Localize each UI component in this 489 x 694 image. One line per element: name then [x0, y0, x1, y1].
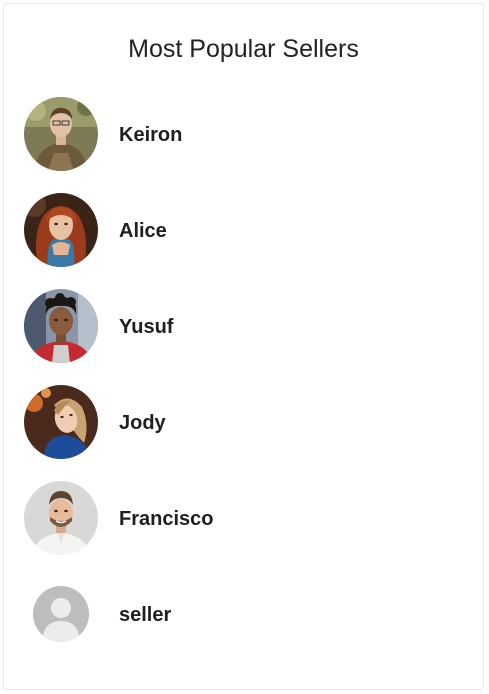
seller-list: Keiron Alice Yusuf Jody Francisco seller: [24, 95, 464, 671]
seller-name[interactable]: Francisco: [119, 479, 213, 559]
seller-avatar[interactable]: [24, 481, 98, 555]
seller-item-yusuf[interactable]: Yusuf: [24, 287, 464, 363]
seller-avatar[interactable]: [24, 385, 98, 459]
seller-name[interactable]: Alice: [119, 191, 167, 271]
seller-name[interactable]: Jody: [119, 383, 166, 463]
default-user-icon: [24, 577, 98, 651]
seller-name[interactable]: seller: [119, 575, 171, 655]
popular-sellers-card: Most Popular Sellers Keiron Alice Yusuf …: [3, 3, 484, 690]
seller-item-keiron[interactable]: Keiron: [24, 95, 464, 171]
seller-item-jody[interactable]: Jody: [24, 383, 464, 459]
seller-avatar[interactable]: [24, 289, 98, 363]
seller-avatar[interactable]: [24, 97, 98, 171]
seller-avatar[interactable]: [24, 193, 98, 267]
seller-name[interactable]: Keiron: [119, 95, 182, 175]
seller-item-francisco[interactable]: Francisco: [24, 479, 464, 555]
seller-item-seller[interactable]: seller: [24, 575, 464, 651]
seller-name[interactable]: Yusuf: [119, 287, 173, 367]
widget-title: Most Popular Sellers: [128, 35, 359, 63]
seller-item-alice[interactable]: Alice: [24, 191, 464, 267]
seller-avatar[interactable]: [24, 577, 98, 651]
